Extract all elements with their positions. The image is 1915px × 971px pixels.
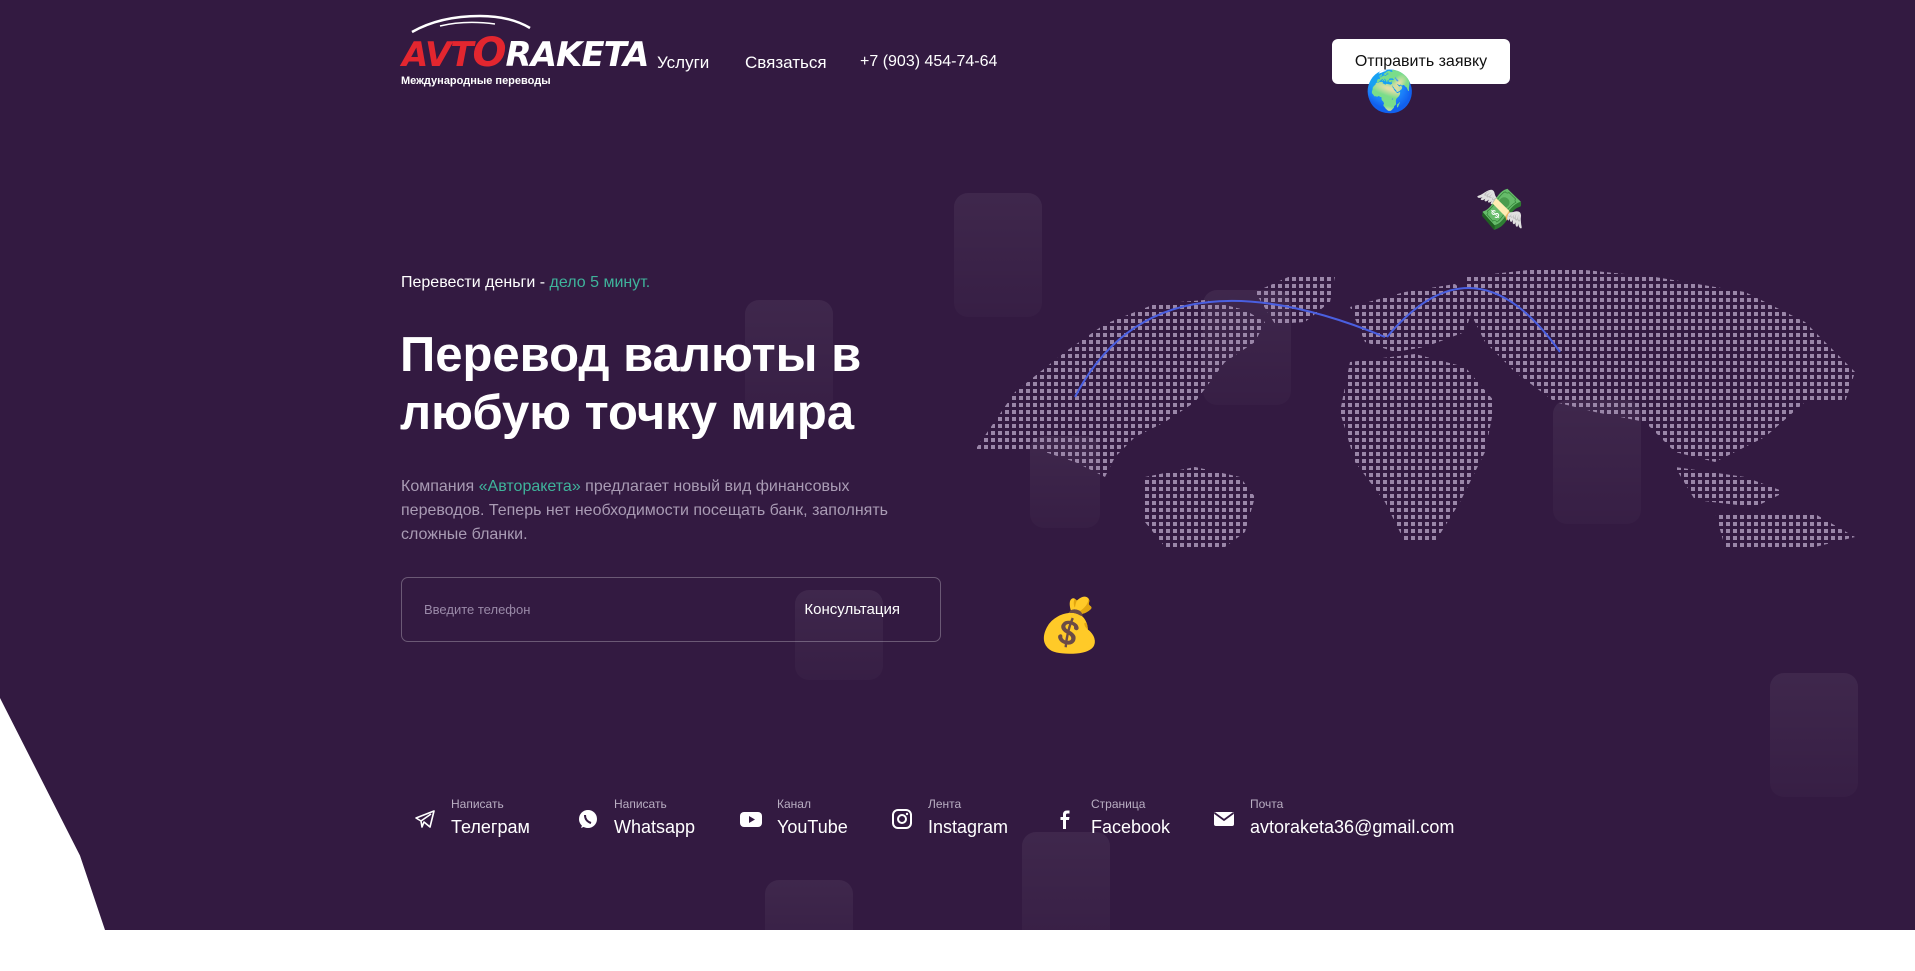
contact-instagram[interactable]: Лента Instagram <box>890 797 1008 839</box>
contact-email[interactable]: Почта avtoraketa36@gmail.com <box>1212 797 1454 839</box>
contact-value: avtoraketa36@gmail.com <box>1250 817 1455 837</box>
phone-input[interactable] <box>422 601 726 618</box>
contact-label: Канал <box>777 797 811 811</box>
contact-facebook[interactable]: Страница Facebook <box>1053 797 1170 839</box>
contact-value: Facebook <box>1091 817 1171 837</box>
globe-icon: 🌍 <box>1365 70 1415 114</box>
hero-description: Компания «Авторакета» предлагает новый в… <box>401 478 889 543</box>
nav-services-link[interactable]: Услуги <box>657 53 709 73</box>
telegram-icon <box>415 810 435 828</box>
contact-label: Почта <box>1250 797 1284 811</box>
consultation-button[interactable]: Консультация <box>804 601 900 618</box>
decor-rect <box>1770 673 1858 797</box>
contact-value: Instagram <box>928 817 1009 837</box>
logo-subtitle: Международные переводы <box>401 75 551 87</box>
hero-tagline: Перевести деньги - дело 5 минут. <box>401 274 650 292</box>
contact-label: Написать <box>614 797 667 811</box>
money-bag-icon: 💰 <box>1037 597 1102 655</box>
contact-value: YouTube <box>777 817 848 837</box>
contact-value: Whatsapp <box>614 817 696 837</box>
world-map <box>975 267 1855 547</box>
contact-label: Написать <box>451 797 504 811</box>
contact-label: Лента <box>928 797 962 811</box>
contact-value: Телеграм <box>451 817 530 837</box>
whatsapp-icon <box>579 810 597 828</box>
contact-telegram[interactable]: Написать Телеграм <box>413 797 530 839</box>
decor-rect <box>1022 832 1110 930</box>
flying-money-icon: 💸 <box>1475 188 1525 232</box>
mail-icon <box>1213 812 1235 826</box>
contact-youtube[interactable]: Канал YouTube <box>739 797 848 839</box>
nav-contact-link[interactable]: Связаться <box>745 53 827 73</box>
decor-rect <box>765 880 853 930</box>
nav-phone-link[interactable]: +7 (903) 454-74-64 <box>860 53 997 71</box>
facebook-icon <box>1060 810 1070 829</box>
hero-headline: Перевод валюты в любую точку мира <box>400 328 862 440</box>
logo[interactable]: AVTORAKETA Международные переводы <box>400 14 649 89</box>
hero-section: AVTORAKETA Международные переводы Услуги… <box>0 0 1915 930</box>
logo-wordmark: AVTORAKETA <box>402 30 649 76</box>
contact-label: Страница <box>1091 797 1146 811</box>
send-request-button[interactable]: Отправить заявку <box>1332 39 1510 84</box>
contact-whatsapp[interactable]: Написать Whatsapp <box>576 797 695 839</box>
instagram-icon <box>892 809 912 829</box>
youtube-icon <box>740 812 762 827</box>
tagline-text: Перевести деньги - <box>401 274 550 291</box>
tagline-accent: дело 5 минут. <box>549 274 651 291</box>
phone-form: Консультация <box>401 577 941 642</box>
